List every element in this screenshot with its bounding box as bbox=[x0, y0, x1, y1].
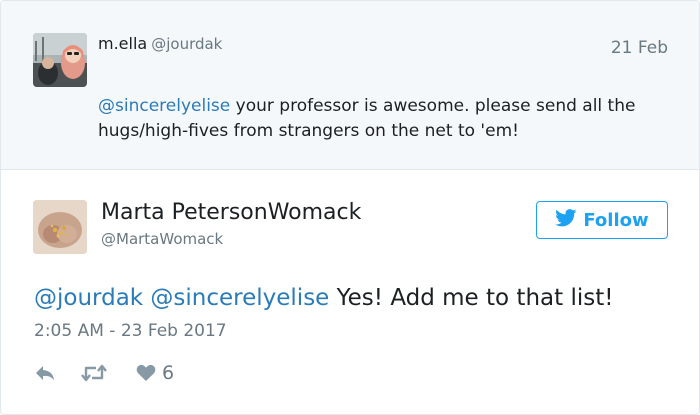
reply-button[interactable] bbox=[34, 364, 56, 382]
reply-icon bbox=[34, 364, 56, 382]
parent-tweet[interactable]: m.ella @jourdak 21 Feb @sincerelyelise yo… bbox=[1, 1, 699, 170]
parent-author[interactable]: m.ella @jourdak bbox=[98, 34, 222, 53]
tweet-timestamp[interactable]: 2:05 AM - 23 Feb 2017 bbox=[34, 321, 227, 341]
follow-button[interactable]: Follow bbox=[536, 201, 668, 239]
parent-tweet-text: @sincerelyelise your professor is awesom… bbox=[98, 94, 683, 144]
author-handle[interactable]: @MartaWomack bbox=[101, 230, 223, 248]
mention-link[interactable]: @jourdak bbox=[34, 285, 143, 311]
parent-display-name[interactable]: m.ella bbox=[98, 34, 147, 53]
parent-date[interactable]: 21 Feb bbox=[611, 38, 668, 58]
parent-avatar[interactable] bbox=[33, 33, 87, 87]
author-avatar[interactable] bbox=[33, 200, 87, 254]
retweet-icon bbox=[80, 363, 108, 383]
mention-link[interactable]: @sincerelyelise bbox=[150, 285, 329, 311]
tweet-text-body: Yes! Add me to that list! bbox=[329, 285, 614, 311]
like-count: 6 bbox=[162, 362, 175, 384]
author-display-name[interactable]: Marta PetersonWomack bbox=[101, 200, 361, 225]
twitter-bird-icon bbox=[555, 208, 577, 232]
tweet-embed-card: m.ella @jourdak 21 Feb @sincerelyelise yo… bbox=[0, 0, 700, 415]
like-button[interactable]: 6 bbox=[136, 362, 174, 384]
parent-handle[interactable]: @jourdak bbox=[151, 35, 222, 53]
tweet-actions: 6 bbox=[34, 361, 174, 385]
follow-label: Follow bbox=[583, 209, 649, 231]
retweet-button[interactable] bbox=[80, 363, 108, 383]
tweet-text: @jourdak @sincerelyelise Yes! Add me to … bbox=[34, 285, 613, 311]
heart-icon bbox=[136, 364, 156, 382]
parent-mention-link[interactable]: @sincerelyelise bbox=[98, 96, 230, 116]
